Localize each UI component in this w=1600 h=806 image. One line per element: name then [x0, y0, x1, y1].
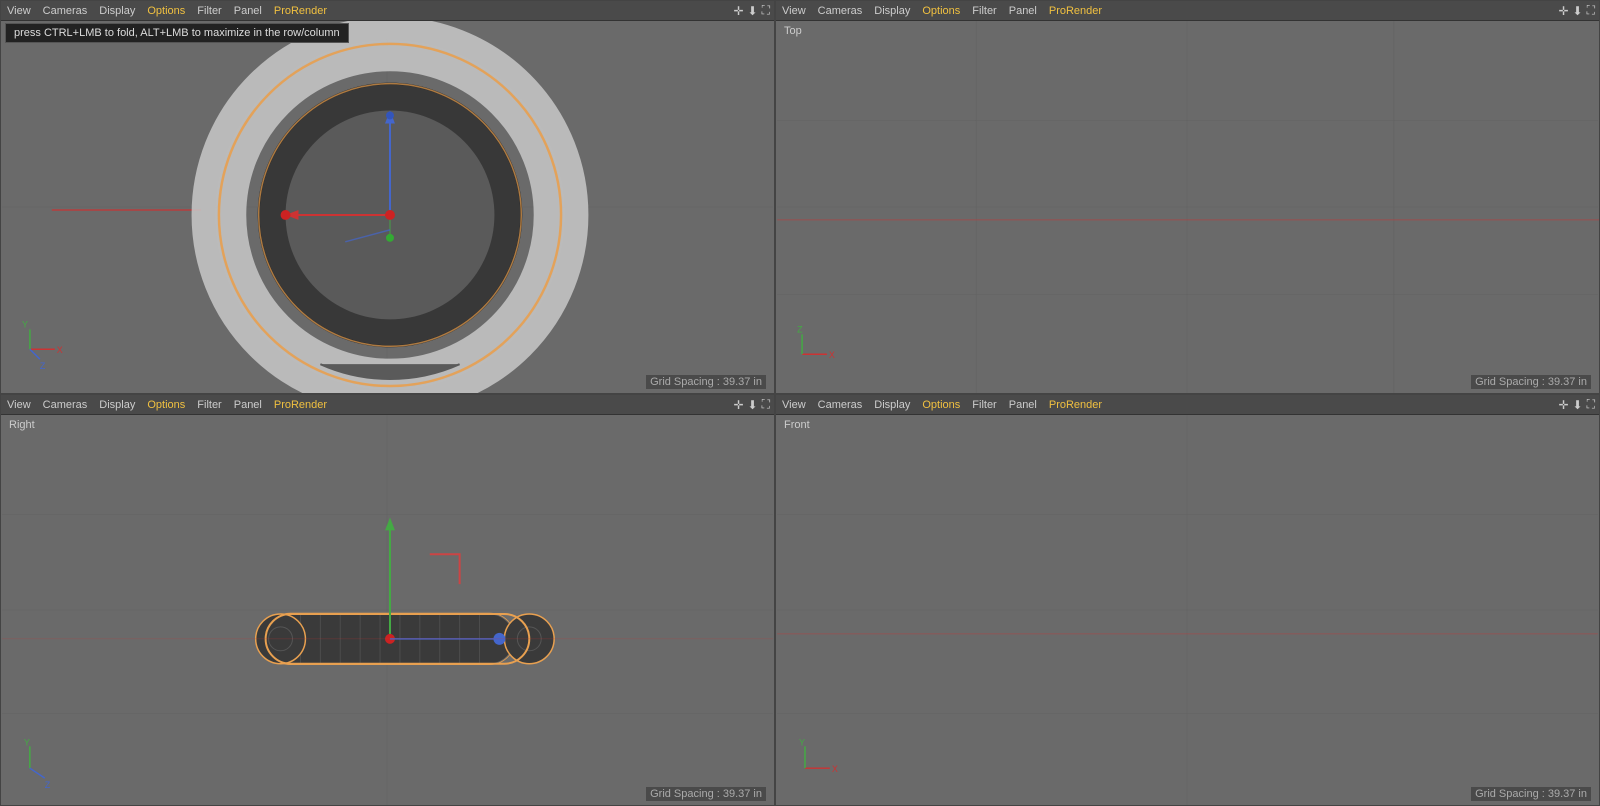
- viewport-svg-front: X Y: [776, 415, 1599, 805]
- menu-filter-top[interactable]: Filter: [970, 5, 998, 17]
- icon-move-right[interactable]: ✛: [733, 398, 743, 412]
- menubar-top: View Cameras Display Options Filter Pane…: [776, 1, 1599, 21]
- icon-down-front[interactable]: ⬇: [1573, 398, 1583, 412]
- menu-filter-right[interactable]: Filter: [195, 399, 223, 411]
- viewport-perspective[interactable]: View Cameras Display Options Filter Pane…: [0, 0, 775, 394]
- menu-cameras-front[interactable]: Cameras: [816, 399, 865, 411]
- icon-maximize-top[interactable]: ⛶: [1587, 3, 1595, 18]
- menu-filter-persp[interactable]: Filter: [195, 5, 223, 17]
- svg-text:X: X: [832, 764, 838, 774]
- viewport-right[interactable]: View Cameras Display Options Filter Pane…: [0, 394, 775, 806]
- menu-panel-persp[interactable]: Panel: [232, 5, 264, 17]
- menu-panel-right[interactable]: Panel: [232, 399, 264, 411]
- svg-text:Z: Z: [797, 324, 803, 334]
- menu-cameras-top[interactable]: Cameras: [816, 5, 865, 17]
- grid-spacing-persp: Grid Spacing : 39.37 in: [646, 375, 766, 389]
- viewport-svg-right: Y Z: [1, 415, 774, 805]
- menu-options-persp[interactable]: Options: [145, 5, 187, 17]
- menu-prorender-front[interactable]: ProRender: [1047, 399, 1104, 411]
- menubar-front: View Cameras Display Options Filter Pane…: [776, 395, 1599, 415]
- icon-maximize-persp[interactable]: ⛶: [762, 3, 770, 18]
- svg-text:X: X: [829, 350, 835, 360]
- menu-panel-top[interactable]: Panel: [1007, 5, 1039, 17]
- icon-down-persp[interactable]: ⬇: [748, 4, 758, 18]
- svg-text:Y: Y: [22, 319, 28, 329]
- grid-spacing-top: Grid Spacing : 39.37 in: [1471, 375, 1591, 389]
- menubar-perspective: View Cameras Display Options Filter Pane…: [1, 1, 774, 21]
- viewport-top[interactable]: View Cameras Display Options Filter Pane…: [775, 0, 1600, 394]
- viewport-svg-persp: X Y Z: [1, 21, 774, 393]
- icon-down-right[interactable]: ⬇: [748, 398, 758, 412]
- menu-options-front[interactable]: Options: [920, 399, 962, 411]
- grid-spacing-front: Grid Spacing : 39.37 in: [1471, 787, 1591, 801]
- menu-view-front[interactable]: View: [780, 399, 808, 411]
- menu-filter-front[interactable]: Filter: [970, 399, 998, 411]
- viewport-svg-top: X Z: [776, 21, 1599, 393]
- viewport-grid: View Cameras Display Options Filter Pane…: [0, 0, 1600, 806]
- menu-panel-front[interactable]: Panel: [1007, 399, 1039, 411]
- svg-text:Y: Y: [799, 737, 805, 747]
- menu-display-right[interactable]: Display: [97, 399, 137, 411]
- icon-maximize-front[interactable]: ⛶: [1587, 397, 1595, 412]
- icon-move-top[interactable]: ✛: [1558, 4, 1568, 18]
- menu-view-top[interactable]: View: [780, 5, 808, 17]
- menubar-icons-persp: ✛ ⬇ ⛶: [733, 3, 770, 18]
- grid-spacing-right: Grid Spacing : 39.37 in: [646, 787, 766, 801]
- menu-view-right[interactable]: View: [5, 399, 33, 411]
- viewport-front[interactable]: View Cameras Display Options Filter Pane…: [775, 394, 1600, 806]
- tooltip-persp: press CTRL+LMB to fold, ALT+LMB to maxim…: [5, 23, 349, 43]
- menu-display-persp[interactable]: Display: [97, 5, 137, 17]
- menu-cameras-persp[interactable]: Cameras: [41, 5, 90, 17]
- menubar-right: View Cameras Display Options Filter Pane…: [1, 395, 774, 415]
- menubar-icons-right: ✛ ⬇ ⛶: [733, 397, 770, 412]
- svg-text:Z: Z: [40, 361, 46, 371]
- icon-move-persp[interactable]: ✛: [733, 4, 743, 18]
- svg-text:X: X: [57, 345, 63, 355]
- menu-prorender-top[interactable]: ProRender: [1047, 5, 1104, 17]
- menubar-icons-front: ✛ ⬇ ⛶: [1558, 397, 1595, 412]
- menu-prorender-right[interactable]: ProRender: [272, 399, 329, 411]
- menu-cameras-right[interactable]: Cameras: [41, 399, 90, 411]
- menu-view-persp[interactable]: View: [5, 5, 33, 17]
- icon-maximize-right[interactable]: ⛶: [762, 397, 770, 412]
- menu-options-top[interactable]: Options: [920, 5, 962, 17]
- menu-display-front[interactable]: Display: [872, 399, 912, 411]
- menu-display-top[interactable]: Display: [872, 5, 912, 17]
- menubar-icons-top: ✛ ⬇ ⛶: [1558, 3, 1595, 18]
- svg-text:Y: Y: [24, 737, 30, 747]
- icon-down-top[interactable]: ⬇: [1573, 4, 1583, 18]
- icon-move-front[interactable]: ✛: [1558, 398, 1568, 412]
- menu-prorender-persp[interactable]: ProRender: [272, 5, 329, 17]
- svg-text:Z: Z: [45, 780, 51, 790]
- menu-options-right[interactable]: Options: [145, 399, 187, 411]
